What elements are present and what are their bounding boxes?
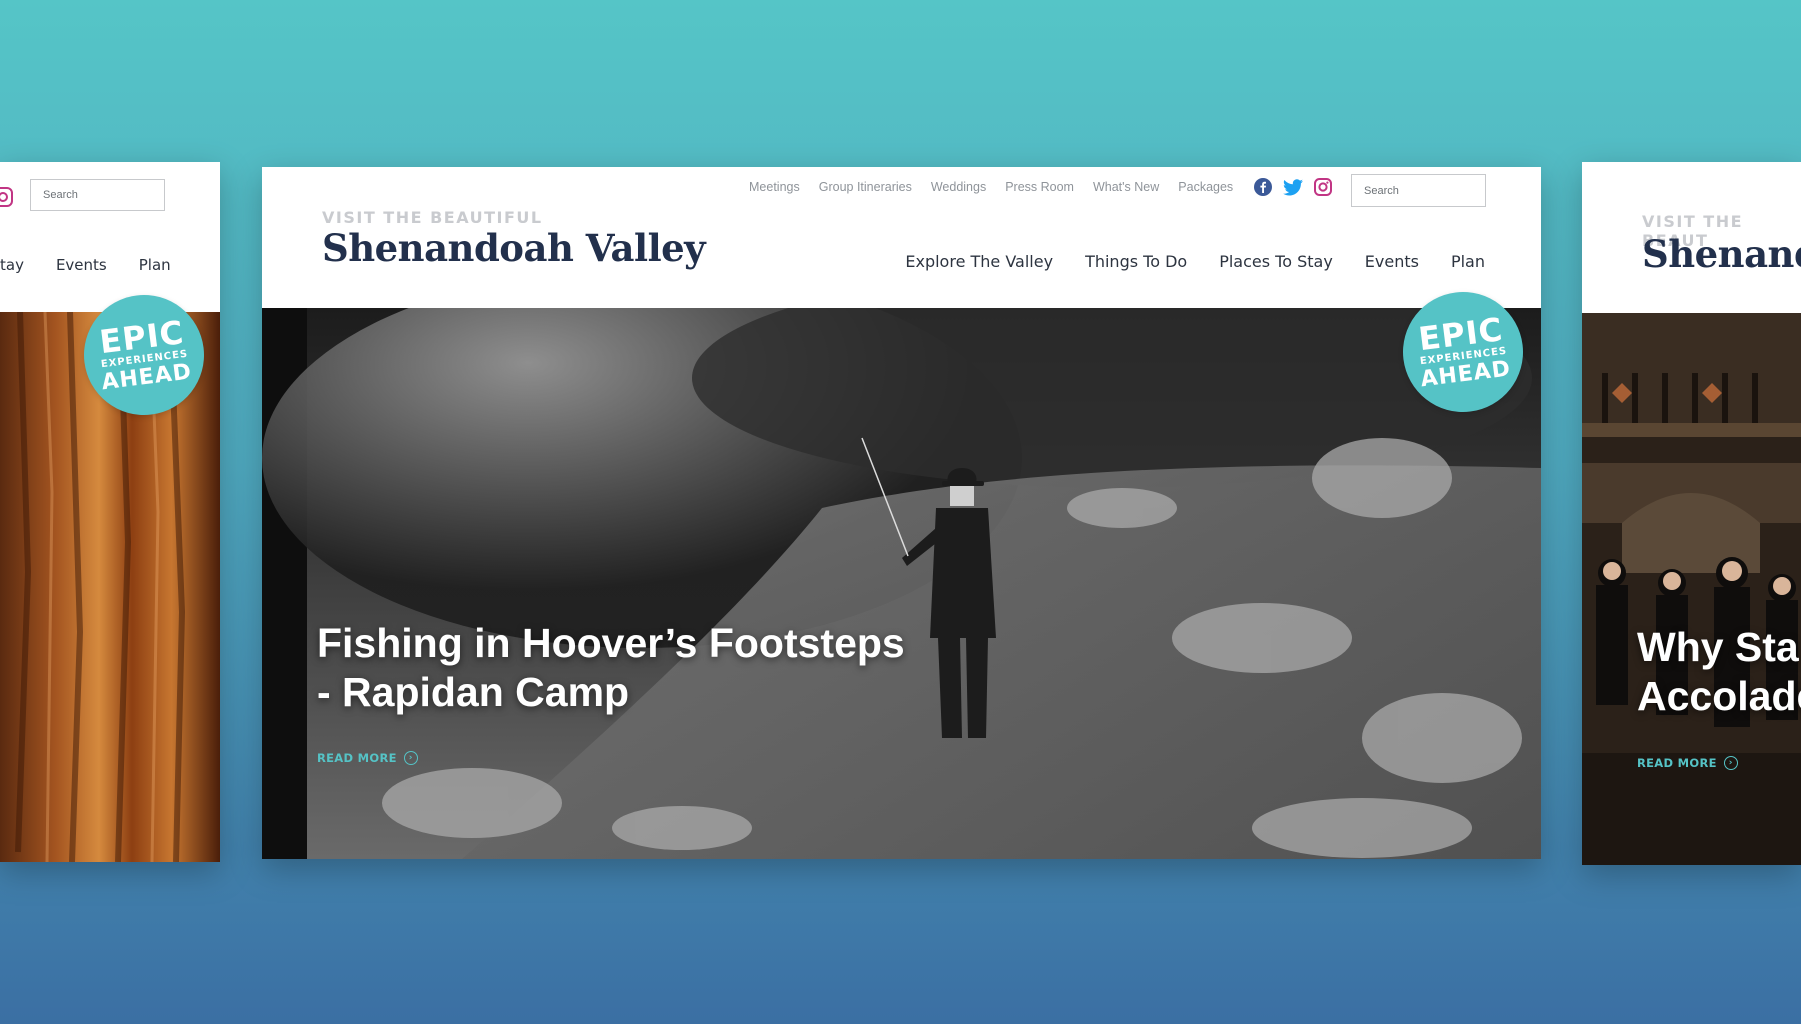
left-search-placeholder: Search: [43, 189, 78, 201]
site-header: VISIT THE BEAUTIFUL Shenandoah Valley Me…: [262, 167, 1541, 308]
choir-illustration: [1582, 313, 1801, 865]
nav-item-plan[interactable]: Plan: [139, 256, 171, 274]
right-hero-choir-photo: Why Sta Accolade READ MORE ›: [1582, 313, 1801, 865]
right-hero-headline-line-1: Why Sta: [1637, 624, 1799, 670]
util-link-press-room[interactable]: Press Room: [1005, 180, 1074, 194]
search-placeholder: Search: [1364, 184, 1399, 197]
nav-item-plan[interactable]: Plan: [1451, 252, 1485, 271]
social-links: [1254, 178, 1333, 196]
utility-nav: Meetings Group Itineraries Weddings Pres…: [749, 175, 1333, 199]
hero-headline-line-2: - Rapidan Camp: [317, 669, 630, 716]
main-nav: Explore The Valley Things To Do Places T…: [905, 252, 1485, 271]
nav-item-things-to-do[interactable]: Things To Do: [1085, 252, 1187, 271]
instagram-icon[interactable]: [1314, 178, 1333, 196]
arrow-right-icon: ›: [1723, 756, 1738, 770]
left-card-header: Search tay Events Plan: [0, 162, 220, 312]
instagram-icon[interactable]: [0, 187, 14, 207]
main-preview-card: VISIT THE BEAUTIFUL Shenandoah Valley Me…: [262, 167, 1541, 859]
nav-item-events[interactable]: Events: [1365, 252, 1419, 271]
util-link-packages[interactable]: Packages: [1178, 180, 1233, 194]
right-brand-logo[interactable]: Shenando: [1642, 232, 1801, 276]
hero-headline-line-1: Fishing in Hoover’s Footsteps: [317, 620, 905, 666]
nav-item-places-to-stay[interactable]: tay: [0, 256, 24, 274]
facebook-icon[interactable]: [1254, 178, 1273, 196]
read-more-label: READ MORE: [317, 751, 397, 765]
hero-fishing-photo: Fishing in Hoover’s Footsteps - Rapidan …: [262, 308, 1541, 859]
util-link-meetings[interactable]: Meetings: [749, 180, 800, 194]
hero-photo-illustration: [262, 308, 1541, 859]
search-input[interactable]: Search: [1351, 174, 1486, 207]
nav-item-explore-the-valley[interactable]: Explore The Valley: [905, 252, 1053, 271]
left-search-input[interactable]: Search: [30, 179, 165, 211]
right-read-more-link[interactable]: READ MORE ›: [1637, 756, 1738, 770]
nav-item-places-to-stay[interactable]: Places To Stay: [1219, 252, 1333, 271]
util-link-weddings[interactable]: Weddings: [931, 180, 986, 194]
arrow-right-icon: ›: [403, 751, 418, 765]
nav-item-events[interactable]: Events: [56, 256, 107, 274]
twitter-icon[interactable]: [1283, 178, 1304, 196]
util-link-whats-new[interactable]: What's New: [1093, 180, 1159, 194]
left-preview-card: Search tay Events Plan EPIC EXPERIENCES …: [0, 162, 220, 862]
right-read-more-label: READ MORE: [1637, 756, 1717, 770]
hero-headline[interactable]: Fishing in Hoover’s Footsteps - Rapidan …: [317, 619, 905, 717]
left-main-nav: tay Events Plan: [0, 256, 171, 274]
brand-tagline: VISIT THE BEAUTIFUL: [322, 208, 543, 227]
right-card-header: VISIT THE BEAUT Shenando: [1582, 162, 1801, 313]
right-hero-headline-line-2: Accolade: [1637, 673, 1801, 720]
brand-logo[interactable]: Shenandoah Valley: [322, 226, 706, 270]
read-more-link[interactable]: READ MORE ›: [317, 751, 418, 765]
util-link-group-itineraries[interactable]: Group Itineraries: [819, 180, 912, 194]
right-preview-card: VISIT THE BEAUT Shenando: [1582, 162, 1801, 865]
right-hero-headline[interactable]: Why Sta Accolade: [1637, 623, 1801, 721]
